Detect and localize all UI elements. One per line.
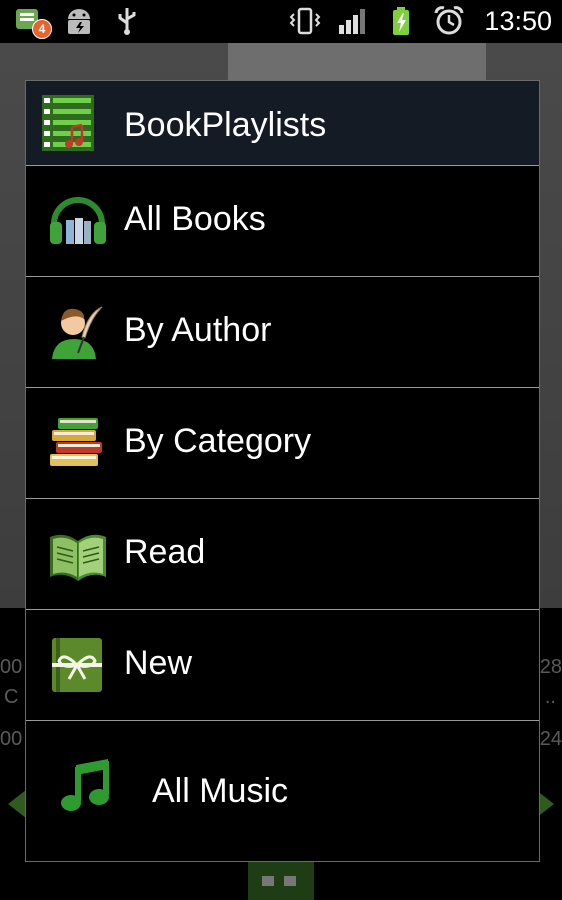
gift-book-icon [48,634,108,694]
menu-item-all-books[interactable]: All Books [26,165,539,275]
open-book-icon [48,523,108,583]
menu-item-by-author[interactable]: By Author [26,276,539,386]
author-quill-icon [48,301,108,361]
dialog-header: BookPlaylists [26,81,539,166]
playlist-list-icon [42,95,98,153]
android-debug-icon [62,5,96,37]
headphones-book-icon [48,190,108,250]
usb-icon [110,5,144,37]
app-notification-icon: 4 [14,5,52,39]
background-grid-icon [248,862,314,900]
dialog-title: BookPlaylists [124,106,327,144]
signal-strength-icon [336,5,370,37]
menu-item-all-music[interactable]: All Music [26,720,539,861]
status-bar: 4 13:50 [0,0,562,43]
menu-item-read[interactable]: Read [26,498,539,608]
book-stack-icon [48,412,108,472]
menu-item-label: All Music [152,772,289,810]
menu-item-new[interactable]: New [26,609,539,719]
notification-count-badge: 4 [32,19,52,39]
status-clock: 13:50 [484,6,552,36]
playlists-dialog: BookPlaylists All Books By Author By Cat… [25,80,540,862]
menu-item-label: Read [124,533,206,571]
menu-item-by-category[interactable]: By Category [26,387,539,497]
menu-item-label: All Books [124,200,266,238]
music-note-icon [58,757,118,817]
battery-charging-icon [384,5,418,37]
vibrate-icon [288,5,322,37]
menu-item-label: By Author [124,311,272,349]
menu-item-label: By Category [124,422,312,460]
menu-item-label: New [124,644,193,682]
background-book-cover [228,43,486,83]
alarm-icon [432,5,466,37]
background-prev-arrow-icon [8,790,26,818]
